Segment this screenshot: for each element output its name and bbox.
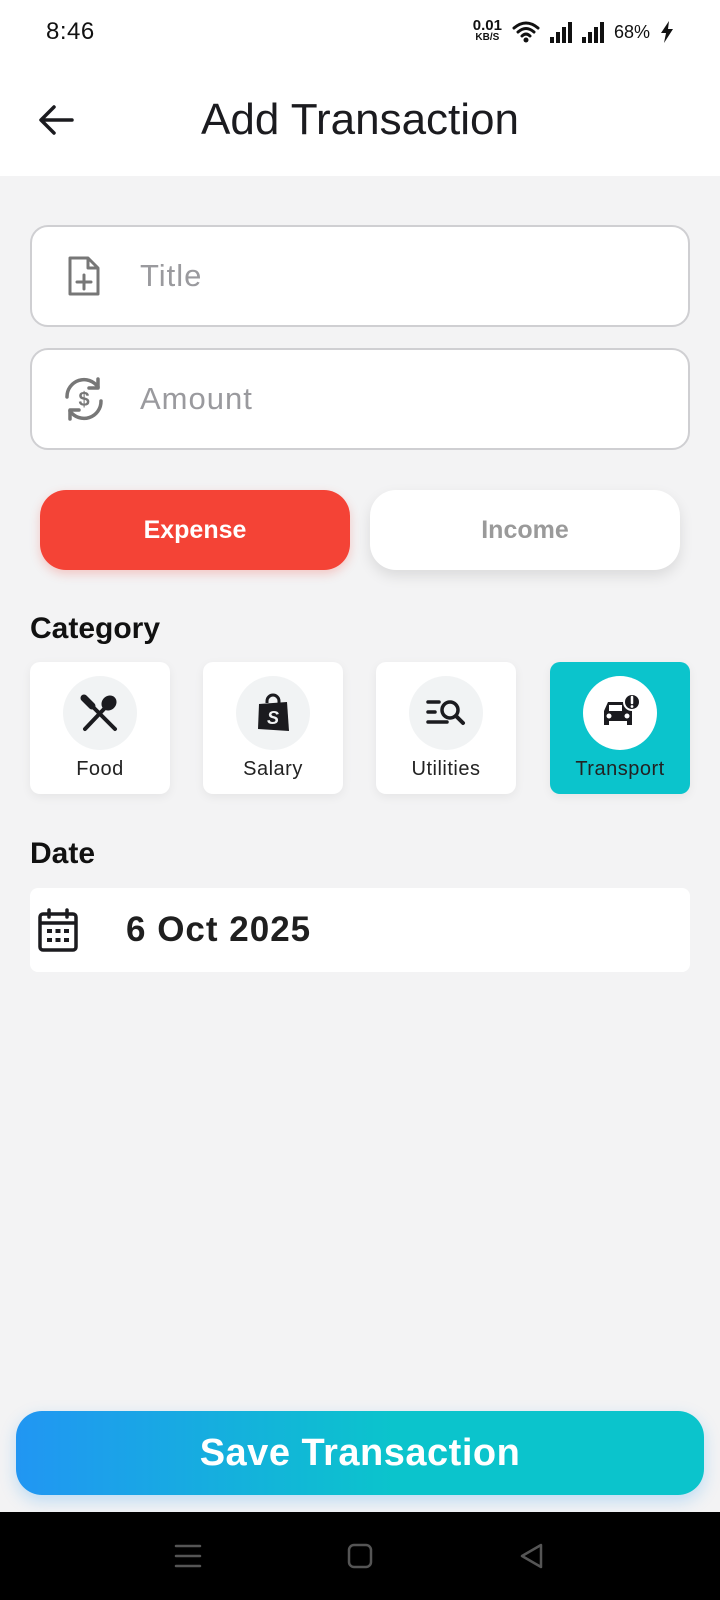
home-square-icon[interactable] [338, 1534, 382, 1578]
category-heading: Category [30, 612, 161, 645]
battery-level: 68% [613, 21, 650, 42]
utensils-icon [63, 676, 137, 750]
category-food[interactable]: Food [30, 662, 170, 794]
date-value: 6 Oct 2025 [126, 910, 312, 949]
car-alert-icon [583, 676, 657, 750]
income-toggle-button[interactable]: Income [370, 490, 680, 570]
status-icons: 0.01 KB/S 68% [472, 17, 674, 44]
menu-icon[interactable] [166, 1534, 210, 1578]
expense-toggle-button[interactable]: Expense [40, 490, 350, 570]
currency-exchange-icon: $ [56, 371, 112, 427]
calendar-icon [36, 906, 80, 954]
back-triangle-icon[interactable] [510, 1534, 554, 1578]
category-label: Utilities [411, 758, 481, 780]
back-button[interactable] [28, 92, 84, 148]
network-speed-unit: KB/S [475, 32, 500, 43]
title-input[interactable] [140, 258, 660, 294]
network-speed-value: 0.01 [472, 17, 502, 34]
signal-icon [549, 21, 572, 43]
category-label: Salary [243, 758, 303, 780]
title-field[interactable] [30, 225, 690, 327]
search-list-icon [409, 676, 483, 750]
svg-text:S: S [267, 708, 279, 728]
category-utilities[interactable]: Utilities [376, 662, 516, 794]
charging-bolt-icon [661, 21, 673, 43]
status-bar: 8:46 0.01 KB/S 68% [0, 0, 720, 64]
file-plus-icon [56, 248, 112, 304]
page-title: Add Transaction [201, 95, 519, 144]
shopping-bag-icon: S [236, 676, 310, 750]
signal-icon [581, 21, 604, 43]
category-salary[interactable]: S Salary [203, 662, 343, 794]
date-heading: Date [30, 837, 96, 870]
category-label: Transport [575, 758, 665, 780]
wifi-icon [512, 21, 540, 43]
status-time: 8:46 [46, 18, 95, 45]
app-bar: Add Transaction [0, 64, 720, 176]
system-nav-bar [0, 1512, 720, 1600]
arrow-left-icon [39, 105, 74, 135]
network-speed: 0.01 KB/S [472, 17, 502, 44]
date-picker[interactable]: 6 Oct 2025 [30, 888, 690, 972]
save-transaction-button[interactable]: Save Transaction [16, 1411, 704, 1495]
svg-text:$: $ [78, 389, 89, 411]
amount-input[interactable] [140, 381, 660, 417]
category-label: Food [76, 758, 124, 780]
amount-field[interactable]: $ [30, 348, 690, 450]
category-transport[interactable]: Transport [550, 662, 690, 794]
